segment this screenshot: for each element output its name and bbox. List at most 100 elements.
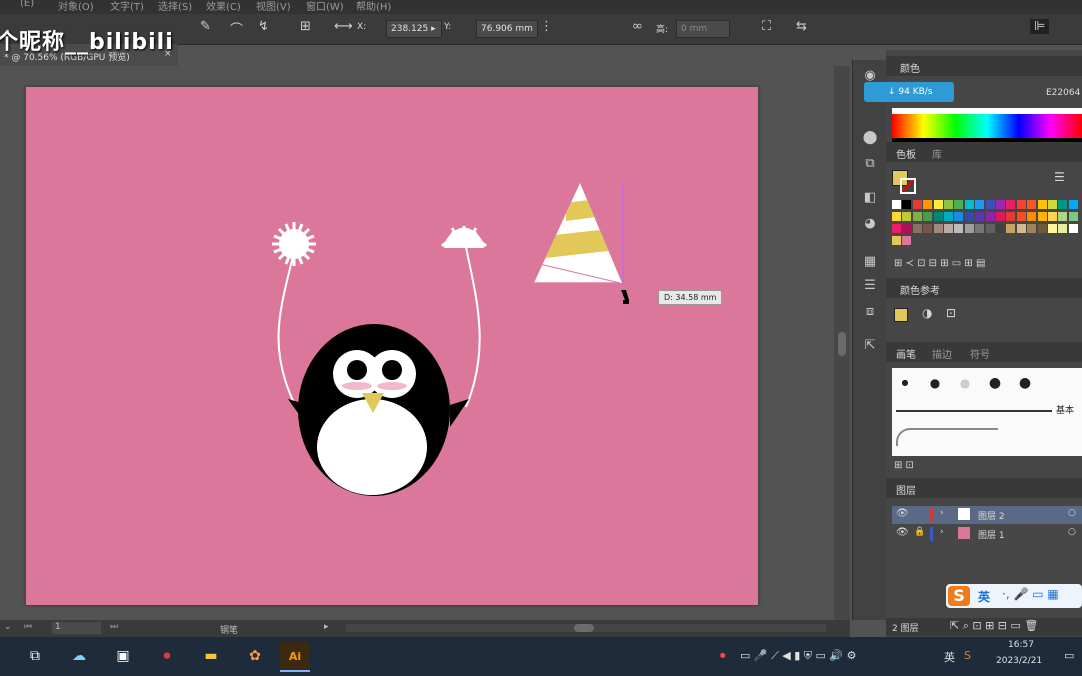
record-tray-icon[interactable]: ⏺ [720, 649, 726, 663]
artboards-panel-icon[interactable]: ▦ [861, 254, 879, 272]
brush-library[interactable]: ● ● ● ● ● 基本 [892, 368, 1082, 456]
brush-tools-icon[interactable]: ⊞ ⊡ [894, 460, 914, 471]
color-swatch[interactable] [1016, 212, 1026, 221]
align-options-icon[interactable]: ⊞ [300, 19, 311, 34]
vertical-scrollbar[interactable] [834, 66, 850, 620]
color-swatch[interactable] [1037, 224, 1047, 233]
color-swatch[interactable] [923, 212, 933, 221]
color-swatch[interactable] [1058, 200, 1068, 209]
color-swatch[interactable] [933, 224, 943, 233]
link-icon[interactable]: ∞ [632, 19, 643, 34]
menu-item-object[interactable]: 对象(O) [58, 0, 94, 13]
color-swatch[interactable] [975, 200, 985, 209]
tray-icons[interactable]: ▭ 🎤 ⟋ ◀ ▮ ⛨ ▭ 🔊 ⚙ [740, 649, 856, 663]
color-swatch[interactable] [1016, 200, 1026, 209]
color-swatch[interactable] [902, 200, 912, 209]
layer-row[interactable]: 👁 🔒 › 图层 1 ○ [892, 525, 1082, 543]
menu-item-select[interactable]: 选择(S) [158, 0, 192, 13]
expand-arrow-icon[interactable]: › [940, 527, 944, 537]
y-coordinate-field[interactable]: 76.906 mm [476, 20, 538, 38]
menu-item-help[interactable]: 帮助(H) [356, 0, 391, 13]
last-artboard-icon[interactable]: ⏭ [110, 622, 118, 632]
color-swatch[interactable] [1016, 224, 1026, 233]
color-swatch[interactable] [985, 212, 995, 221]
x-coordinate-field[interactable]: 238.125 ▸ [386, 20, 442, 38]
h-scroll-thumb[interactable] [574, 624, 594, 632]
pen-tool-icon[interactable]: ✎ [200, 19, 211, 34]
isolate-icon[interactable]: ⇆ [796, 19, 807, 34]
target-circle-icon[interactable]: ○ [1068, 527, 1076, 537]
anchor-convert-icon[interactable]: ⌒ [230, 19, 243, 38]
color-swatch[interactable] [954, 200, 964, 209]
color-swatch[interactable] [912, 224, 922, 233]
color-swatch[interactable] [912, 200, 922, 209]
menu-item-view[interactable]: 视图(V) [256, 0, 291, 13]
visibility-eye-icon[interactable]: 👁 [896, 527, 909, 538]
color-swatch[interactable] [902, 236, 912, 245]
expand-arrow-icon[interactable]: › [940, 508, 944, 518]
ime-language[interactable]: 英 [978, 588, 990, 605]
color-swatch[interactable] [996, 200, 1005, 209]
color-swatch[interactable] [996, 224, 1005, 233]
status-menu-icon[interactable]: ▸ [324, 622, 329, 632]
color-swatch[interactable] [1048, 224, 1057, 233]
color-swatch[interactable] [933, 200, 943, 209]
guide-base-color[interactable] [894, 308, 908, 322]
color-swatch[interactable] [892, 200, 901, 209]
artboard[interactable]: D: 34.58 mm [26, 87, 758, 605]
color-swatch[interactable] [944, 224, 953, 233]
paint-app-icon[interactable]: ✿ [240, 642, 270, 670]
pathfinder-panel-icon[interactable]: ⧈ [861, 304, 879, 322]
color-swatch[interactable] [996, 212, 1005, 221]
horizontal-scrollbar[interactable] [346, 624, 826, 632]
color-swatch[interactable] [933, 212, 943, 221]
color-swatch[interactable] [1058, 224, 1068, 233]
arrange-icon[interactable]: ⊫ [1030, 19, 1050, 34]
ime-tools-icon[interactable]: ·, 🎤 ▭ ▦ [1002, 587, 1059, 601]
tab-stroke[interactable]: 描边 [932, 346, 952, 361]
color-swatch[interactable] [1058, 212, 1068, 221]
menu-item-effect[interactable]: 效果(C) [206, 0, 241, 13]
clock-date[interactable]: 2023/2/21 [996, 656, 1042, 666]
appearance-panel-icon[interactable]: ⬤ [861, 130, 879, 148]
ime-indicator[interactable]: 英 [944, 649, 955, 665]
layer-actions-icon[interactable]: ⇱ ⌕ ⊡ ⊞ ⊟ ▭ 🗑 [950, 619, 1038, 633]
color-swatch[interactable] [944, 200, 953, 209]
color-guide-header[interactable]: 颜色参考 [886, 278, 1082, 298]
swatch-library-icon[interactable]: ⊞ ≺ ⊡ ⊟ ⊞ ▭ ⊞ ▤ [894, 258, 985, 269]
swatch-grid[interactable] [892, 200, 1082, 248]
artboard-number-field[interactable]: 1 [52, 622, 101, 634]
color-swatch[interactable] [985, 224, 995, 233]
color-swatch[interactable] [892, 224, 901, 233]
menu-item-type[interactable]: 文字(T) [110, 0, 144, 13]
illustrator-app-icon[interactable]: Ai [280, 642, 310, 672]
color-swatch[interactable] [902, 212, 912, 221]
menu-item-window[interactable]: 窗口(W) [306, 0, 344, 13]
stroke-none-swatch[interactable] [900, 178, 916, 194]
color-swatch[interactable] [1037, 212, 1047, 221]
hex-value-field[interactable]: E22064 [1046, 88, 1080, 98]
task-view-icon[interactable]: ⧉ [20, 642, 50, 670]
color-swatch[interactable] [923, 200, 933, 209]
transparency-panel-icon[interactable]: ◧ [861, 190, 879, 208]
visibility-eye-icon[interactable]: 👁 [896, 508, 909, 519]
color-swatch[interactable] [954, 212, 964, 221]
zip-app-icon[interactable]: ▣ [108, 642, 138, 670]
color-swatch[interactable] [975, 224, 985, 233]
color-spectrum[interactable] [892, 108, 1082, 142]
color-swatch[interactable] [964, 224, 974, 233]
height-field[interactable]: 0 mm [676, 20, 730, 38]
reference-point-icon[interactable]: ⋮ [540, 19, 553, 34]
file-explorer-icon[interactable]: ▬ [196, 642, 226, 670]
tab-brushes[interactable]: 画笔 [896, 346, 916, 361]
color-swatch[interactable] [892, 212, 901, 221]
list-view-icon[interactable]: ☰ [1054, 170, 1065, 184]
color-swatch[interactable] [1027, 212, 1037, 221]
color-swatch[interactable] [964, 212, 974, 221]
color-swatch[interactable] [1048, 212, 1057, 221]
transform-icon[interactable]: ⛶ [762, 19, 771, 34]
color-swatch[interactable] [902, 224, 912, 233]
color-swatch[interactable] [1006, 224, 1016, 233]
layer-row[interactable]: 👁 › 图层 2 ○ [892, 506, 1082, 524]
horizontal-line-icon[interactable]: ⟷ [334, 19, 353, 34]
